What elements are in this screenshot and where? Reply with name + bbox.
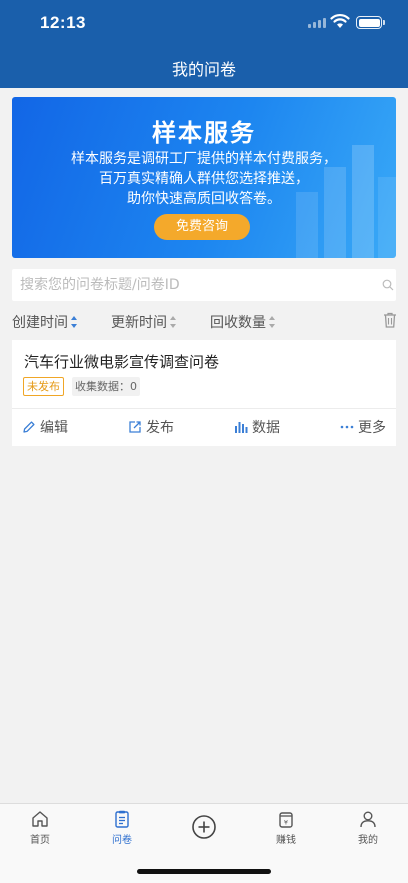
- sort-arrows-icon: [269, 316, 276, 328]
- tab-home[interactable]: 首页: [10, 810, 70, 846]
- tab-survey[interactable]: 问卷: [92, 810, 152, 846]
- search-icon[interactable]: [382, 279, 394, 291]
- banner-line-3: 助你快速高质回收答卷。: [127, 191, 281, 207]
- home-indicator: [137, 869, 271, 874]
- pencil-icon: [23, 421, 35, 433]
- page-title: 我的问卷: [171, 60, 236, 79]
- data-label: 数据: [252, 420, 280, 436]
- status-bar: 12:13: [0, 0, 408, 44]
- divider: [12, 408, 396, 409]
- search-input[interactable]: [20, 269, 360, 301]
- free-consult-button[interactable]: 免费咨询: [154, 214, 250, 240]
- sort-created-time[interactable]: 创建时间: [12, 312, 78, 332]
- home-icon: [32, 811, 48, 827]
- cellular-signal-icon: [308, 18, 326, 28]
- trash-icon[interactable]: [383, 312, 397, 328]
- survey-doc-icon: [115, 810, 129, 828]
- tab-mine-label: 我的: [358, 835, 378, 846]
- user-icon: [360, 811, 376, 828]
- sort-arrows-icon: [71, 316, 78, 328]
- search-bar: [12, 269, 396, 301]
- share-icon: [129, 421, 141, 433]
- edit-button[interactable]: 编辑: [22, 417, 68, 437]
- publish-button[interactable]: 发布: [128, 417, 174, 437]
- banner-line-1: 样本服务是调研工厂提供的样本付费服务，: [71, 151, 337, 167]
- wifi-icon: [330, 14, 350, 28]
- collected-count-badge: 收集数据：0: [72, 377, 140, 396]
- data-button[interactable]: 数据: [234, 417, 280, 437]
- money-jar-icon: ¥: [279, 812, 293, 828]
- banner-title: 样本服务: [152, 119, 256, 147]
- top-bar: 12:13 我的问卷: [0, 0, 408, 88]
- more-label: 更多: [358, 420, 386, 436]
- sort-updated-time[interactable]: 更新时间: [111, 312, 177, 332]
- sort-created-label: 创建时间: [12, 315, 68, 331]
- publish-label: 发布: [146, 420, 174, 436]
- svg-text:¥: ¥: [284, 819, 288, 827]
- sort-updated-label: 更新时间: [111, 315, 167, 331]
- sort-responses-label: 回收数量: [210, 315, 266, 331]
- more-dots-icon: [340, 425, 354, 429]
- bar-chart-icon: [235, 422, 248, 433]
- tab-survey-label: 问卷: [112, 835, 132, 846]
- survey-title: 汽车行业微电影宣传调查问卷: [24, 353, 220, 371]
- sort-arrows-icon: [170, 316, 177, 328]
- more-button[interactable]: 更多: [340, 417, 386, 437]
- tab-home-label: 首页: [30, 835, 50, 846]
- status-badge: 未发布: [23, 377, 64, 396]
- tab-create[interactable]: [174, 814, 234, 843]
- battery-icon: [356, 16, 385, 29]
- tab-earn-label: 赚钱: [276, 835, 296, 846]
- tab-mine[interactable]: 我的: [338, 810, 398, 846]
- edit-label: 编辑: [40, 420, 68, 436]
- sample-service-banner[interactable]: 样本服务 样本服务是调研工厂提供的样本付费服务， 百万真实精确人群供您选择推送，…: [12, 97, 396, 258]
- sort-bar: 创建时间 更新时间 回收数量: [0, 309, 408, 335]
- survey-card[interactable]: 汽车行业微电影宣传调查问卷 未发布 收集数据：0 编辑 发布 数据 更多: [12, 340, 396, 446]
- status-time: 12:13: [40, 13, 86, 32]
- add-circle-icon: [192, 815, 216, 839]
- sort-response-count[interactable]: 回收数量: [210, 312, 276, 332]
- tab-earn[interactable]: ¥ 赚钱: [256, 810, 316, 846]
- banner-line-2: 百万真实精确人群供您选择推送，: [99, 171, 309, 187]
